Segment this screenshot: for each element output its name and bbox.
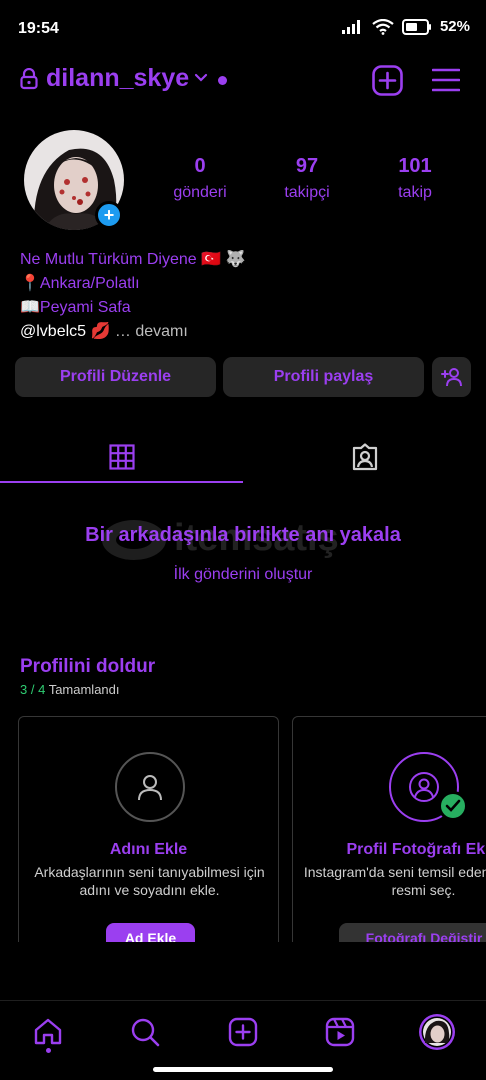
stat-followers-value: 97 <box>295 155 319 177</box>
nav-search[interactable] <box>125 1012 165 1052</box>
profile-photo-icon <box>409 772 439 802</box>
stat-posts[interactable]: 0 gönderi <box>155 155 245 202</box>
status-bar: 19:54 52% <box>0 0 486 60</box>
card-title: Adını Ekle <box>109 841 188 858</box>
card-add-name[interactable]: Adını Ekle Arkadaşlarının seni tanıyabil… <box>18 716 279 942</box>
lock-icon <box>20 68 38 90</box>
nav-profile[interactable] <box>417 1012 457 1052</box>
card-icon-circle <box>115 752 185 822</box>
create-first-post-link[interactable]: İlk gönderini oluştur <box>0 566 486 584</box>
bottom-nav-divider <box>0 1000 486 1001</box>
discover-people-button[interactable] <box>432 357 471 397</box>
nav-create[interactable] <box>223 1012 263 1052</box>
stat-followers-label: takipçi <box>284 184 330 201</box>
card-title: Profil Fotoğrafı Ekle <box>346 841 486 858</box>
username-title[interactable]: dilann_skye <box>46 64 189 93</box>
signal-icon <box>341 19 360 34</box>
bio-line: Ne Mutlu Türküm Diyene 🇹🇷 🐺 <box>20 251 246 268</box>
bio-line: 📍Ankara/Polatlı <box>20 275 140 292</box>
nav-reels[interactable] <box>320 1012 360 1052</box>
battery-percent: 52% <box>439 18 470 35</box>
bio-handle-link[interactable]: @lvbelc5 💋 <box>20 323 110 340</box>
tab-tagged[interactable] <box>243 430 486 484</box>
profile-avatar[interactable]: + <box>24 130 124 230</box>
profile-header: dilann_skye <box>0 62 486 102</box>
empty-state-title: Bir arkadaşınla birlikte anı yakala <box>85 524 401 546</box>
card-description: Instagram'da seni temsil eden bir profil… <box>303 864 486 898</box>
stat-following-value: 101 <box>398 155 432 177</box>
add-person-icon <box>440 368 462 387</box>
stat-posts-value: 0 <box>194 155 206 177</box>
nav-home[interactable] <box>28 1012 68 1052</box>
plus-square-icon[interactable] <box>372 65 403 96</box>
status-icons: 52% <box>341 18 470 35</box>
stat-posts-label: gönderi <box>173 184 227 201</box>
profile-bio: Ne Mutlu Türküm Diyene 🇹🇷 🐺 📍Ankara/Pola… <box>20 248 460 344</box>
add-story-badge[interactable]: + <box>95 201 123 229</box>
completed-check-icon <box>438 791 468 821</box>
stat-followers[interactable]: 97 takipçi <box>262 155 352 202</box>
progress-label: Tamamlandı <box>48 682 120 697</box>
home-indicator-bar[interactable] <box>153 1067 333 1072</box>
person-icon <box>138 775 162 801</box>
stat-following[interactable]: 101 takip <box>370 155 460 202</box>
complete-profile-cards: Adını Ekle Arkadaşlarının seni tanıyabil… <box>0 716 486 942</box>
search-icon <box>131 1018 160 1047</box>
reels-icon <box>325 1017 355 1047</box>
complete-profile-progress: 3 / 4 Tamamlandı <box>20 682 120 697</box>
grid-icon <box>108 444 135 470</box>
card-profile-photo[interactable]: Profil Fotoğrafı Ekle Instagram'da seni … <box>292 716 486 942</box>
create-icon <box>228 1017 258 1047</box>
profile-avatar-icon <box>419 1014 455 1050</box>
home-icon <box>34 1018 62 1045</box>
complete-profile-title: Profilini doldur <box>20 656 156 677</box>
chevron-down-icon[interactable] <box>193 70 209 86</box>
progress-count: 3 / 4 <box>20 682 46 697</box>
wifi-icon <box>372 18 394 35</box>
menu-icon[interactable] <box>432 67 460 93</box>
share-profile-button[interactable]: Profili paylaş <box>223 357 424 397</box>
bio-line: 📖Peyami Safa <box>20 299 131 316</box>
tagged-icon <box>352 443 377 471</box>
bio-more-link[interactable]: … devamı <box>115 323 188 340</box>
status-time: 19:54 <box>18 20 59 37</box>
tab-posts-grid[interactable] <box>0 430 243 484</box>
active-tab-indicator <box>0 481 243 483</box>
change-photo-button[interactable]: Fotoğrafı Değiştir <box>339 923 486 942</box>
card-description: Arkadaşlarının seni tanıyabilmesi için a… <box>34 864 265 898</box>
notification-dot <box>218 76 227 85</box>
add-name-button[interactable]: Ad Ekle <box>106 923 195 942</box>
nav-home-indicator <box>46 1048 51 1053</box>
stat-following-label: takip <box>398 184 432 201</box>
bio-handle-line: @lvbelc5 💋 … devamı <box>20 320 460 344</box>
edit-profile-button[interactable]: Profili Düzenle <box>15 357 216 397</box>
battery-icon <box>401 18 431 35</box>
